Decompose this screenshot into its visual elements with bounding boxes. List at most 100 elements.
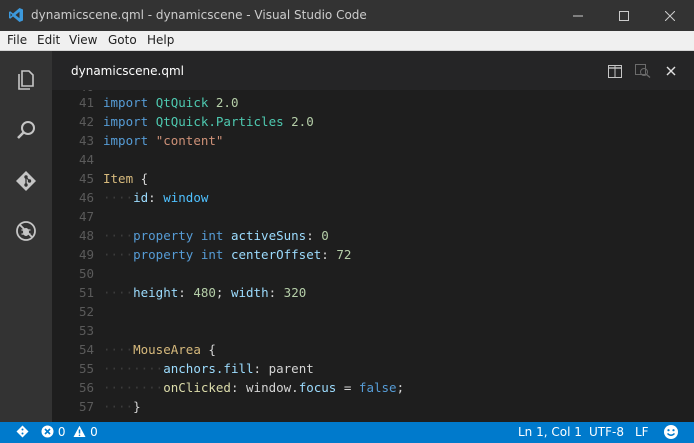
code-token: 320 — [283, 285, 307, 300]
eol-indicator[interactable]: LF — [635, 425, 649, 439]
line-number: 50 — [78, 266, 94, 281]
code-line: 57 ····} — [52, 397, 694, 416]
code-token: centerOffset — [230, 247, 322, 262]
code-text: ····property int centerOffset: 72 — [103, 245, 351, 264]
code-line: 47 — [52, 207, 694, 226]
title-bar: dynamicscene.qml - dynamicscene - Visual… — [0, 0, 694, 31]
menu-bar: File Edit View Goto Help — [0, 31, 694, 51]
code-line: 52 — [52, 302, 694, 321]
warning-count: 0 — [90, 425, 98, 439]
whitespace-dots: ···· — [103, 285, 134, 300]
code-token: property — [133, 228, 201, 243]
code-token: parent — [268, 361, 314, 376]
code-line: 51 ····height: 480; width: 320 — [52, 283, 694, 302]
open-changes-icon[interactable] — [634, 62, 652, 80]
code-token: MouseArea — [133, 342, 209, 357]
line-number: 48 — [78, 228, 94, 243]
line-number: 51 — [78, 285, 94, 300]
code-line: 41 import QtQuick 2.0 — [52, 93, 694, 112]
activity-bar — [0, 51, 52, 422]
maximize-button[interactable] — [601, 0, 647, 31]
code-token: focus — [298, 380, 337, 395]
line-number: 44 — [78, 152, 94, 167]
code-line: 55 ········anchors.fill: parent — [52, 359, 694, 378]
code-token: import — [103, 95, 156, 110]
status-bar: 0 0 Ln 1, Col 1 UTF-8 LF — [0, 422, 694, 443]
code-line: 46 ····id: window — [52, 188, 694, 207]
code-line: 42 import QtQuick.Particles 2.0 — [52, 112, 694, 131]
code-token: : — [253, 361, 269, 376]
code-token: QtQuick.Particles — [155, 114, 292, 129]
code-token: ; — [396, 380, 405, 395]
search-icon[interactable] — [12, 116, 40, 144]
code-token: onClicked — [163, 380, 231, 395]
split-editor-icon[interactable] — [606, 62, 624, 80]
code-token: id — [133, 190, 149, 205]
close-icon[interactable] — [662, 62, 680, 80]
line-number: 53 — [78, 323, 94, 338]
minimize-button[interactable] — [555, 0, 601, 31]
code-editor[interactable]: 4041import QtQuick 2.042import QtQuick.P… — [52, 90, 694, 422]
cursor-position[interactable]: Ln 1, Col 1 — [518, 425, 582, 439]
code-token: Item — [103, 171, 141, 186]
line-number: 52 — [78, 304, 94, 319]
line-number: 56 — [78, 380, 94, 395]
git-icon[interactable] — [12, 167, 40, 195]
line-number: 54 — [78, 342, 94, 357]
line-number: 57 — [78, 399, 94, 414]
code-token: 2.0 — [291, 114, 314, 129]
debug-icon[interactable] — [12, 217, 40, 245]
code-line: 53 — [52, 321, 694, 340]
encoding-indicator[interactable]: UTF-8 — [589, 425, 624, 439]
code-token: ; — [215, 285, 231, 300]
code-token: int — [200, 247, 231, 262]
close-window-button[interactable] — [647, 0, 693, 31]
line-number: 55 — [78, 361, 94, 376]
code-text: ····id: window — [103, 188, 208, 207]
whitespace-dots: ···· — [103, 190, 134, 205]
code-text: import "content" — [103, 131, 223, 150]
menu-edit[interactable]: Edit — [37, 33, 60, 47]
code-token: : — [178, 285, 194, 300]
code-token: window — [163, 190, 209, 205]
code-text: ········onClicked: window.focus = false; — [103, 378, 404, 397]
code-token: "content" — [155, 133, 224, 148]
code-token: { — [208, 342, 216, 357]
menu-goto[interactable]: Goto — [108, 33, 137, 47]
code-text: ········anchors.fill: parent — [103, 359, 314, 378]
code-line: 43 import "content" — [52, 131, 694, 150]
code-text: import QtQuick.Particles 2.0 — [103, 112, 314, 131]
code-token: : — [321, 247, 337, 262]
code-token: width — [230, 285, 269, 300]
menu-view[interactable]: View — [69, 33, 97, 47]
code-token: 480 — [193, 285, 216, 300]
whitespace-dots: ···· — [103, 247, 134, 262]
code-token: window. — [246, 380, 299, 395]
whitespace-dots: ········ — [103, 380, 164, 395]
code-token: : — [148, 190, 164, 205]
feedback-smiley-icon[interactable] — [663, 424, 679, 443]
line-number: 45 — [78, 171, 94, 186]
git-status-icon[interactable] — [16, 425, 29, 441]
problems-indicator[interactable]: 0 0 — [41, 425, 98, 439]
code-token: 72 — [336, 247, 352, 262]
code-text: ····property int activeSuns: 0 — [103, 226, 329, 245]
line-number: 46 — [78, 190, 94, 205]
menu-file[interactable]: File — [7, 33, 27, 47]
code-text: import QtQuick 2.0 — [103, 93, 238, 112]
code-token: false — [358, 380, 397, 395]
code-line: 49 ····property int centerOffset: 72 — [52, 245, 694, 264]
code-token: property — [133, 247, 201, 262]
files-icon[interactable] — [12, 66, 40, 94]
code-token: : — [268, 285, 284, 300]
whitespace-dots: ···· — [103, 342, 134, 357]
line-number: 41 — [78, 95, 94, 110]
tab-dynamicscene[interactable]: dynamicscene.qml — [71, 64, 184, 78]
vscode-logo-icon — [8, 7, 24, 23]
error-icon — [41, 425, 54, 438]
menu-help[interactable]: Help — [147, 33, 174, 47]
code-token: : — [306, 228, 322, 243]
code-line: 56 ········onClicked: window.focus = fals… — [52, 378, 694, 397]
whitespace-dots: ···· — [103, 228, 134, 243]
code-token: = — [336, 380, 359, 395]
